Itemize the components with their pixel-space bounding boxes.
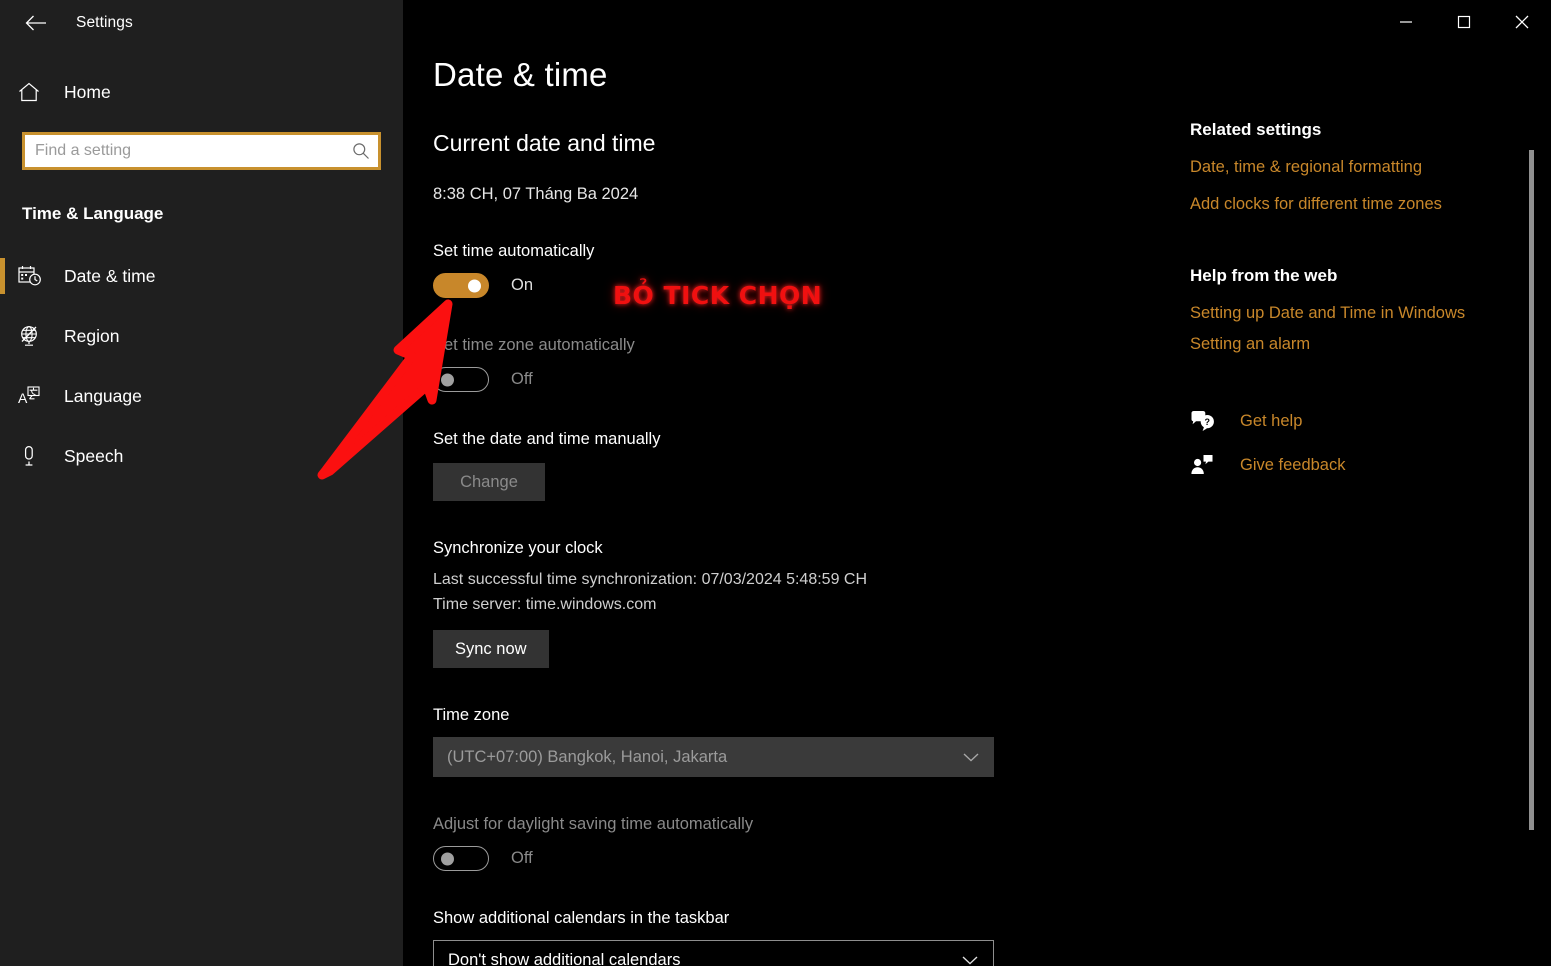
help-link-setting-alarm[interactable]: Setting an alarm [1190, 335, 1520, 354]
set-time-automatically-state: On [511, 276, 534, 294]
additional-calendars-value: Don't show additional calendars [448, 950, 681, 966]
microphone-icon [18, 445, 52, 467]
search-input[interactable] [35, 135, 350, 167]
sync-now-button[interactable]: Sync now [433, 630, 549, 669]
search-box[interactable] [22, 132, 381, 170]
globe-icon [18, 325, 52, 347]
selection-accent-bar [0, 258, 5, 294]
back-button[interactable] [14, 7, 58, 39]
last-sync-text: Last successful time synchronization: 07… [433, 571, 868, 588]
dst-row: Off [433, 846, 1551, 872]
toggle-knob [441, 373, 454, 386]
feedback-person-icon [1190, 454, 1224, 476]
time-zone-label: Time zone [433, 706, 510, 725]
change-button[interactable]: Change [433, 463, 545, 501]
minimize-icon [1400, 21, 1412, 23]
minimize-button[interactable] [1377, 0, 1435, 44]
give-feedback-label: Give feedback [1240, 455, 1346, 474]
vertical-scrollbar[interactable] [1529, 150, 1534, 830]
dst-state: Off [511, 849, 533, 868]
sidebar-item-speech[interactable]: Speech [0, 426, 403, 486]
sidebar-item-label-region: Region [64, 325, 120, 346]
sidebar-item-home[interactable]: Home [0, 70, 403, 114]
time-zone-value: (UTC+07:00) Bangkok, Hanoi, Jakarta [447, 747, 728, 766]
toggle-knob [441, 852, 454, 866]
sidebar-item-label-home: Home [64, 81, 111, 102]
get-help-label: Get help [1240, 411, 1303, 430]
get-help-action[interactable]: ? Get help [1190, 410, 1520, 432]
app-title: Settings [76, 14, 133, 31]
home-icon [18, 82, 52, 102]
sidebar-nav: Date & time Region A Language Speech [0, 246, 403, 486]
help-bubble-icon: ? [1190, 410, 1224, 432]
sidebar-item-label-speech: Speech [64, 445, 124, 466]
related-link-regional-formatting[interactable]: Date, time & regional formatting [1190, 158, 1520, 177]
chevron-down-icon [962, 751, 980, 763]
additional-calendars-dropdown[interactable]: Don't show additional calendars [433, 940, 994, 966]
related-settings-rail: Related settings Date, time & regional f… [1190, 120, 1520, 476]
synchronize-clock-heading: Synchronize your clock [433, 539, 603, 557]
page-title: Date & time [433, 56, 608, 93]
title-bar-left: Settings [0, 0, 403, 46]
toggle-knob [468, 279, 481, 292]
sidebar: Settings Home Time & Language [0, 0, 403, 966]
dst-toggle[interactable] [433, 846, 489, 872]
svg-text:A: A [18, 390, 28, 406]
set-time-automatically-toggle[interactable] [433, 273, 489, 298]
rail-spacer [1190, 214, 1520, 266]
sidebar-item-region[interactable]: Region [0, 306, 403, 366]
maximize-icon [1457, 15, 1471, 29]
maximize-button[interactable] [1435, 0, 1493, 44]
sidebar-item-label-language: Language [64, 385, 142, 406]
window-controls [1377, 0, 1551, 44]
sidebar-item-date-time[interactable]: Date & time [0, 246, 403, 306]
set-timezone-automatically-state: Off [511, 370, 533, 388]
related-link-add-clocks[interactable]: Add clocks for different time zones [1190, 195, 1520, 214]
settings-window: Settings Home Time & Language [0, 0, 1551, 966]
sidebar-item-language[interactable]: A Language [0, 366, 403, 426]
close-icon [1515, 15, 1529, 29]
language-icon: A [18, 385, 52, 407]
chevron-down-icon [961, 954, 979, 966]
set-timezone-automatically-toggle[interactable] [433, 367, 489, 392]
time-server-text: Time server: time.windows.com [433, 596, 657, 614]
help-link-setting-up-date-time[interactable]: Setting up Date and Time in Windows [1190, 304, 1520, 323]
close-button[interactable] [1493, 0, 1551, 44]
related-settings-title: Related settings [1190, 120, 1322, 139]
svg-text:?: ? [1205, 417, 1211, 427]
dst-label: Adjust for daylight saving time automati… [433, 815, 754, 834]
search-icon[interactable] [350, 142, 372, 160]
sidebar-category-title: Time & Language [22, 204, 164, 223]
time-zone-dropdown[interactable]: (UTC+07:00) Bangkok, Hanoi, Jakarta [433, 737, 994, 778]
back-arrow-icon [25, 15, 46, 31]
help-from-web-title: Help from the web [1190, 266, 1338, 285]
sidebar-item-label-date-time: Date & time [64, 265, 156, 286]
give-feedback-action[interactable]: Give feedback [1190, 454, 1520, 476]
additional-calendars-label: Show additional calendars in the taskbar [433, 909, 730, 928]
calendar-clock-icon [18, 265, 52, 287]
